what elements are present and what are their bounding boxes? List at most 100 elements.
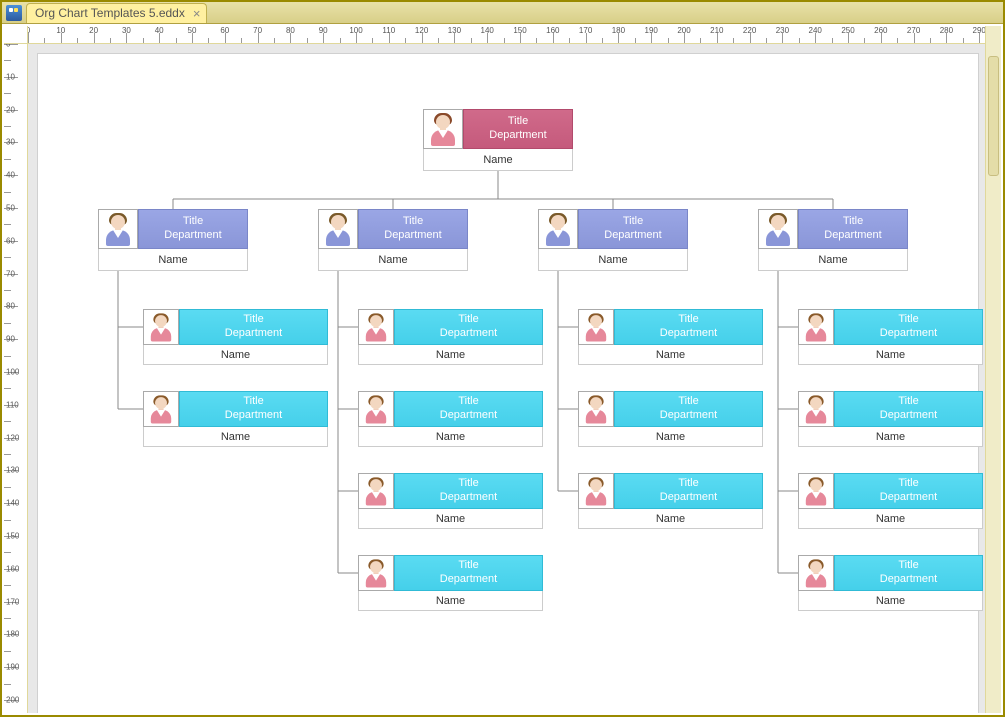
- node-card: Title Department: [758, 209, 908, 249]
- node-title: Title: [403, 215, 423, 229]
- scrollbar-thumb[interactable]: [988, 56, 999, 176]
- avatar-icon: [148, 395, 174, 424]
- app-icon: [6, 5, 22, 21]
- node-title: Title: [898, 395, 918, 409]
- node-card: Title Department: [798, 309, 983, 345]
- ruler-corner: [4, 26, 28, 44]
- node-card: Title Department: [578, 391, 763, 427]
- node-name: Name: [358, 427, 543, 447]
- avatar-icon: [763, 212, 793, 246]
- node-name: Name: [358, 509, 543, 529]
- org-node[interactable]: Title Department Name: [143, 309, 328, 365]
- node-title: Title: [508, 115, 528, 129]
- node-title: Title: [183, 215, 203, 229]
- node-title: Title: [898, 559, 918, 573]
- vertical-ruler: 0102030405060708090100110120130140150160…: [4, 44, 28, 713]
- org-node[interactable]: Title Department Name: [798, 309, 983, 365]
- org-node[interactable]: Title Department Name: [758, 209, 908, 271]
- node-title-box: Title Department: [578, 209, 688, 249]
- work-area: 0102030405060708090100110120130140150160…: [4, 26, 1001, 713]
- node-title-box: Title Department: [834, 391, 983, 427]
- node-photo: [578, 473, 614, 509]
- node-department: Department: [660, 409, 717, 423]
- node-department: Department: [824, 229, 881, 243]
- org-node[interactable]: Title Department Name: [358, 555, 543, 611]
- close-icon[interactable]: ×: [193, 7, 201, 20]
- node-photo: [358, 391, 394, 427]
- node-title-box: Title Department: [394, 309, 543, 345]
- node-photo: [358, 309, 394, 345]
- node-photo: [538, 209, 578, 249]
- org-node[interactable]: Title Department Name: [578, 309, 763, 365]
- node-name: Name: [798, 509, 983, 529]
- node-title-box: Title Department: [834, 473, 983, 509]
- node-title: Title: [243, 395, 263, 409]
- vertical-scrollbar[interactable]: [985, 26, 1001, 713]
- node-title: Title: [458, 395, 478, 409]
- avatar-icon: [583, 477, 609, 506]
- node-title: Title: [243, 313, 263, 327]
- node-card: Title Department: [538, 209, 688, 249]
- node-department: Department: [440, 491, 497, 505]
- node-card: Title Department: [578, 473, 763, 509]
- org-node[interactable]: Title Department Name: [798, 473, 983, 529]
- document-tab[interactable]: Org Chart Templates 5.eddx ×: [26, 3, 207, 23]
- node-name: Name: [578, 427, 763, 447]
- org-node[interactable]: Title Department Name: [358, 391, 543, 447]
- org-node[interactable]: Title Department Name: [143, 391, 328, 447]
- node-name: Name: [798, 345, 983, 365]
- org-node[interactable]: Title Department Name: [98, 209, 248, 271]
- node-title-box: Title Department: [179, 309, 328, 345]
- avatar-icon: [103, 212, 133, 246]
- org-node[interactable]: Title Department Name: [798, 555, 983, 611]
- node-card: Title Department: [798, 391, 983, 427]
- node-photo: [358, 555, 394, 591]
- avatar-icon: [583, 395, 609, 424]
- node-department: Department: [880, 573, 937, 587]
- node-card: Title Department: [98, 209, 248, 249]
- node-card: Title Department: [358, 473, 543, 509]
- node-card: Title Department: [578, 309, 763, 345]
- canvas-viewport[interactable]: Title Department Name Title Department N…: [28, 44, 985, 713]
- avatar-icon: [363, 559, 389, 588]
- node-name: Name: [578, 509, 763, 529]
- org-node[interactable]: Title Department Name: [578, 473, 763, 529]
- node-card: Title Department: [143, 309, 328, 345]
- node-department: Department: [225, 327, 282, 341]
- node-name: Name: [423, 149, 573, 171]
- avatar-icon: [803, 559, 829, 588]
- node-photo: [143, 309, 179, 345]
- node-title-box: Title Department: [463, 109, 573, 149]
- node-card: Title Department: [423, 109, 573, 149]
- node-name: Name: [143, 427, 328, 447]
- node-title-box: Title Department: [394, 555, 543, 591]
- avatar-icon: [583, 313, 609, 342]
- avatar-icon: [428, 112, 458, 146]
- node-card: Title Department: [318, 209, 468, 249]
- org-node[interactable]: Title Department Name: [358, 473, 543, 529]
- node-title-box: Title Department: [834, 309, 983, 345]
- node-department: Department: [440, 327, 497, 341]
- org-node[interactable]: Title Department Name: [538, 209, 688, 271]
- avatar-icon: [148, 313, 174, 342]
- org-node[interactable]: Title Department Name: [318, 209, 468, 271]
- node-title: Title: [678, 313, 698, 327]
- org-node[interactable]: Title Department Name: [798, 391, 983, 447]
- node-photo: [98, 209, 138, 249]
- node-department: Department: [384, 229, 441, 243]
- node-department: Department: [440, 409, 497, 423]
- org-node[interactable]: Title Department Name: [578, 391, 763, 447]
- avatar-icon: [323, 212, 353, 246]
- page: Title Department Name Title Department N…: [38, 54, 978, 713]
- org-node[interactable]: Title Department Name: [423, 109, 573, 171]
- node-department: Department: [225, 409, 282, 423]
- node-photo: [798, 473, 834, 509]
- tab-bar: Org Chart Templates 5.eddx ×: [2, 2, 1003, 24]
- org-chart-canvas[interactable]: Title Department Name Title Department N…: [38, 54, 978, 713]
- node-card: Title Department: [798, 473, 983, 509]
- node-name: Name: [98, 249, 248, 271]
- org-node[interactable]: Title Department Name: [358, 309, 543, 365]
- node-card: Title Department: [143, 391, 328, 427]
- avatar-icon: [363, 395, 389, 424]
- node-title-box: Title Department: [614, 391, 763, 427]
